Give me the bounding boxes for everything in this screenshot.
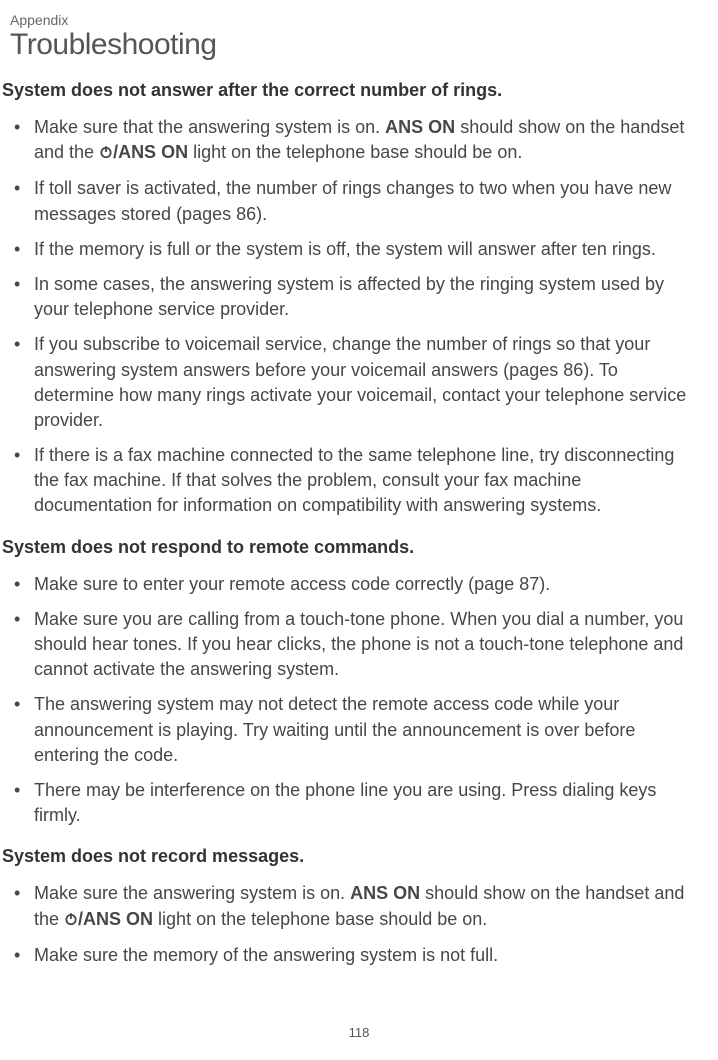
list-item: If there is a fax machine connected to t… bbox=[14, 443, 688, 519]
list-item: There may be interference on the phone l… bbox=[14, 778, 688, 828]
page-number: 118 bbox=[0, 1025, 718, 1040]
section-heading: System does not respond to remote comman… bbox=[0, 537, 688, 558]
list-item: In some cases, the answering system is a… bbox=[14, 272, 688, 322]
section-heading: System does not answer after the correct… bbox=[0, 80, 688, 101]
list-item: Make sure the memory of the answering sy… bbox=[14, 943, 688, 968]
list-item: If you subscribe to voicemail service, c… bbox=[14, 332, 688, 433]
power-icon bbox=[99, 141, 113, 166]
list-item: The answering system may not detect the … bbox=[14, 692, 688, 768]
bold-text: /ANS ON bbox=[113, 142, 188, 162]
list-item: Make sure that the answering system is o… bbox=[14, 115, 688, 166]
list-item: If the memory is full or the system is o… bbox=[14, 237, 688, 262]
section-heading: System does not record messages. bbox=[0, 846, 688, 867]
page-title: Troubleshooting bbox=[0, 28, 688, 62]
bullet-list: Make sure that the answering system is o… bbox=[0, 115, 688, 519]
eyebrow-label: Appendix bbox=[0, 12, 688, 28]
bold-text: /ANS ON bbox=[78, 909, 153, 929]
list-item: Make sure you are calling from a touch-t… bbox=[14, 607, 688, 683]
bullet-list: Make sure the answering system is on. AN… bbox=[0, 881, 688, 968]
bullet-list: Make sure to enter your remote access co… bbox=[0, 572, 688, 829]
bold-text: ANS ON bbox=[350, 883, 420, 903]
bold-text: ANS ON bbox=[385, 117, 455, 137]
list-item: If toll saver is activated, the number o… bbox=[14, 176, 688, 226]
list-item: Make sure the answering system is on. AN… bbox=[14, 881, 688, 932]
power-icon bbox=[64, 908, 78, 933]
list-item: Make sure to enter your remote access co… bbox=[14, 572, 688, 597]
